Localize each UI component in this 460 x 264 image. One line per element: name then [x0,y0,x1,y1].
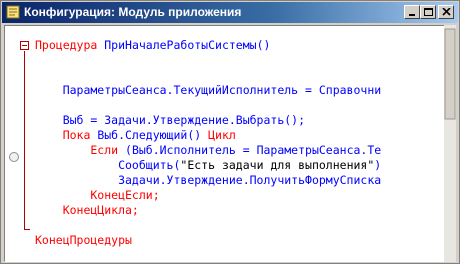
maximize-icon [424,8,433,16]
code-line[interactable]: Сообщить("Есть задачи для выполнения") [35,158,381,173]
code-token: ) [374,158,382,172]
title-bar[interactable]: Конфигурация: Модуль приложения [2,2,458,23]
code-editor[interactable]: Процедура ПриНачалеРаботыСистемы() Парам… [4,25,456,262]
code-line[interactable]: КонецПроцедуры [35,233,381,248]
minimize-button[interactable] [404,5,420,19]
code-token: Сообщить( [35,158,181,172]
code-line[interactable]: Если (Выб.Исполнитель = ПараметрыСеанса.… [35,143,381,158]
procedure-fold-line [24,51,25,229]
vertical-scrollbar[interactable] [444,25,456,262]
close-button[interactable] [438,5,454,19]
code-line[interactable] [35,68,381,83]
code-token: Процедура [35,38,105,52]
code-line[interactable]: Задачи.Утверждение.ПолучитьФормуСписка [35,173,381,188]
code-line[interactable]: КонецЕсли; [35,188,381,203]
breakpoint-icon[interactable] [9,152,19,162]
maximize-button[interactable] [420,5,436,19]
minimize-icon [409,14,415,16]
code-token: "Есть задачи для выполнения" [180,158,375,172]
code-token: Цикл [208,128,236,142]
code-token: Задачи.Утверждение.ПолучитьФормуСписка [35,173,382,187]
code-line[interactable] [35,98,381,113]
code-token: КонецЦикла; [35,203,139,217]
code-token: Пока [35,128,98,142]
code-line[interactable]: Выб = Задачи.Утверждение.Выбрать(); [35,113,381,128]
window-title: Конфигурация: Модуль приложения [24,5,242,19]
code-line[interactable] [35,218,381,233]
code-line[interactable]: КонецЦикла; [35,203,381,218]
code-token: Выб = Задачи.Утверждение.Выбрать(); [35,113,306,127]
code-token: Если [35,143,126,157]
code-token: Выб.Следующий() [97,128,209,142]
code-token: ПараметрыСеанса.ТекущийИсполнитель = Спр… [35,83,382,97]
code-line[interactable]: ПараметрыСеанса.ТекущийИсполнитель = Спр… [35,83,382,98]
code-token: КонецПроцедуры [35,233,132,247]
code-token: ПриНачалеРаботыСистемы() [104,38,271,52]
module-icon [6,5,20,19]
code-token: (Выб.Исполнитель = ПараметрыСеанса.Те [125,143,382,157]
close-icon [442,8,451,16]
code-line[interactable]: Пока Выб.Следующий() Цикл [35,128,381,143]
module-window: Конфигурация: Модуль приложения Процедур… [0,0,460,264]
code-line[interactable] [35,53,381,68]
collapse-icon[interactable] [20,41,29,50]
procedure-fold-end [24,229,30,230]
code-area[interactable]: Процедура ПриНачалеРаботыСистемы() Парам… [35,38,381,248]
code-token: КонецЕсли; [35,188,160,202]
code-line[interactable]: Процедура ПриНачалеРаботыСистемы() [35,38,381,53]
